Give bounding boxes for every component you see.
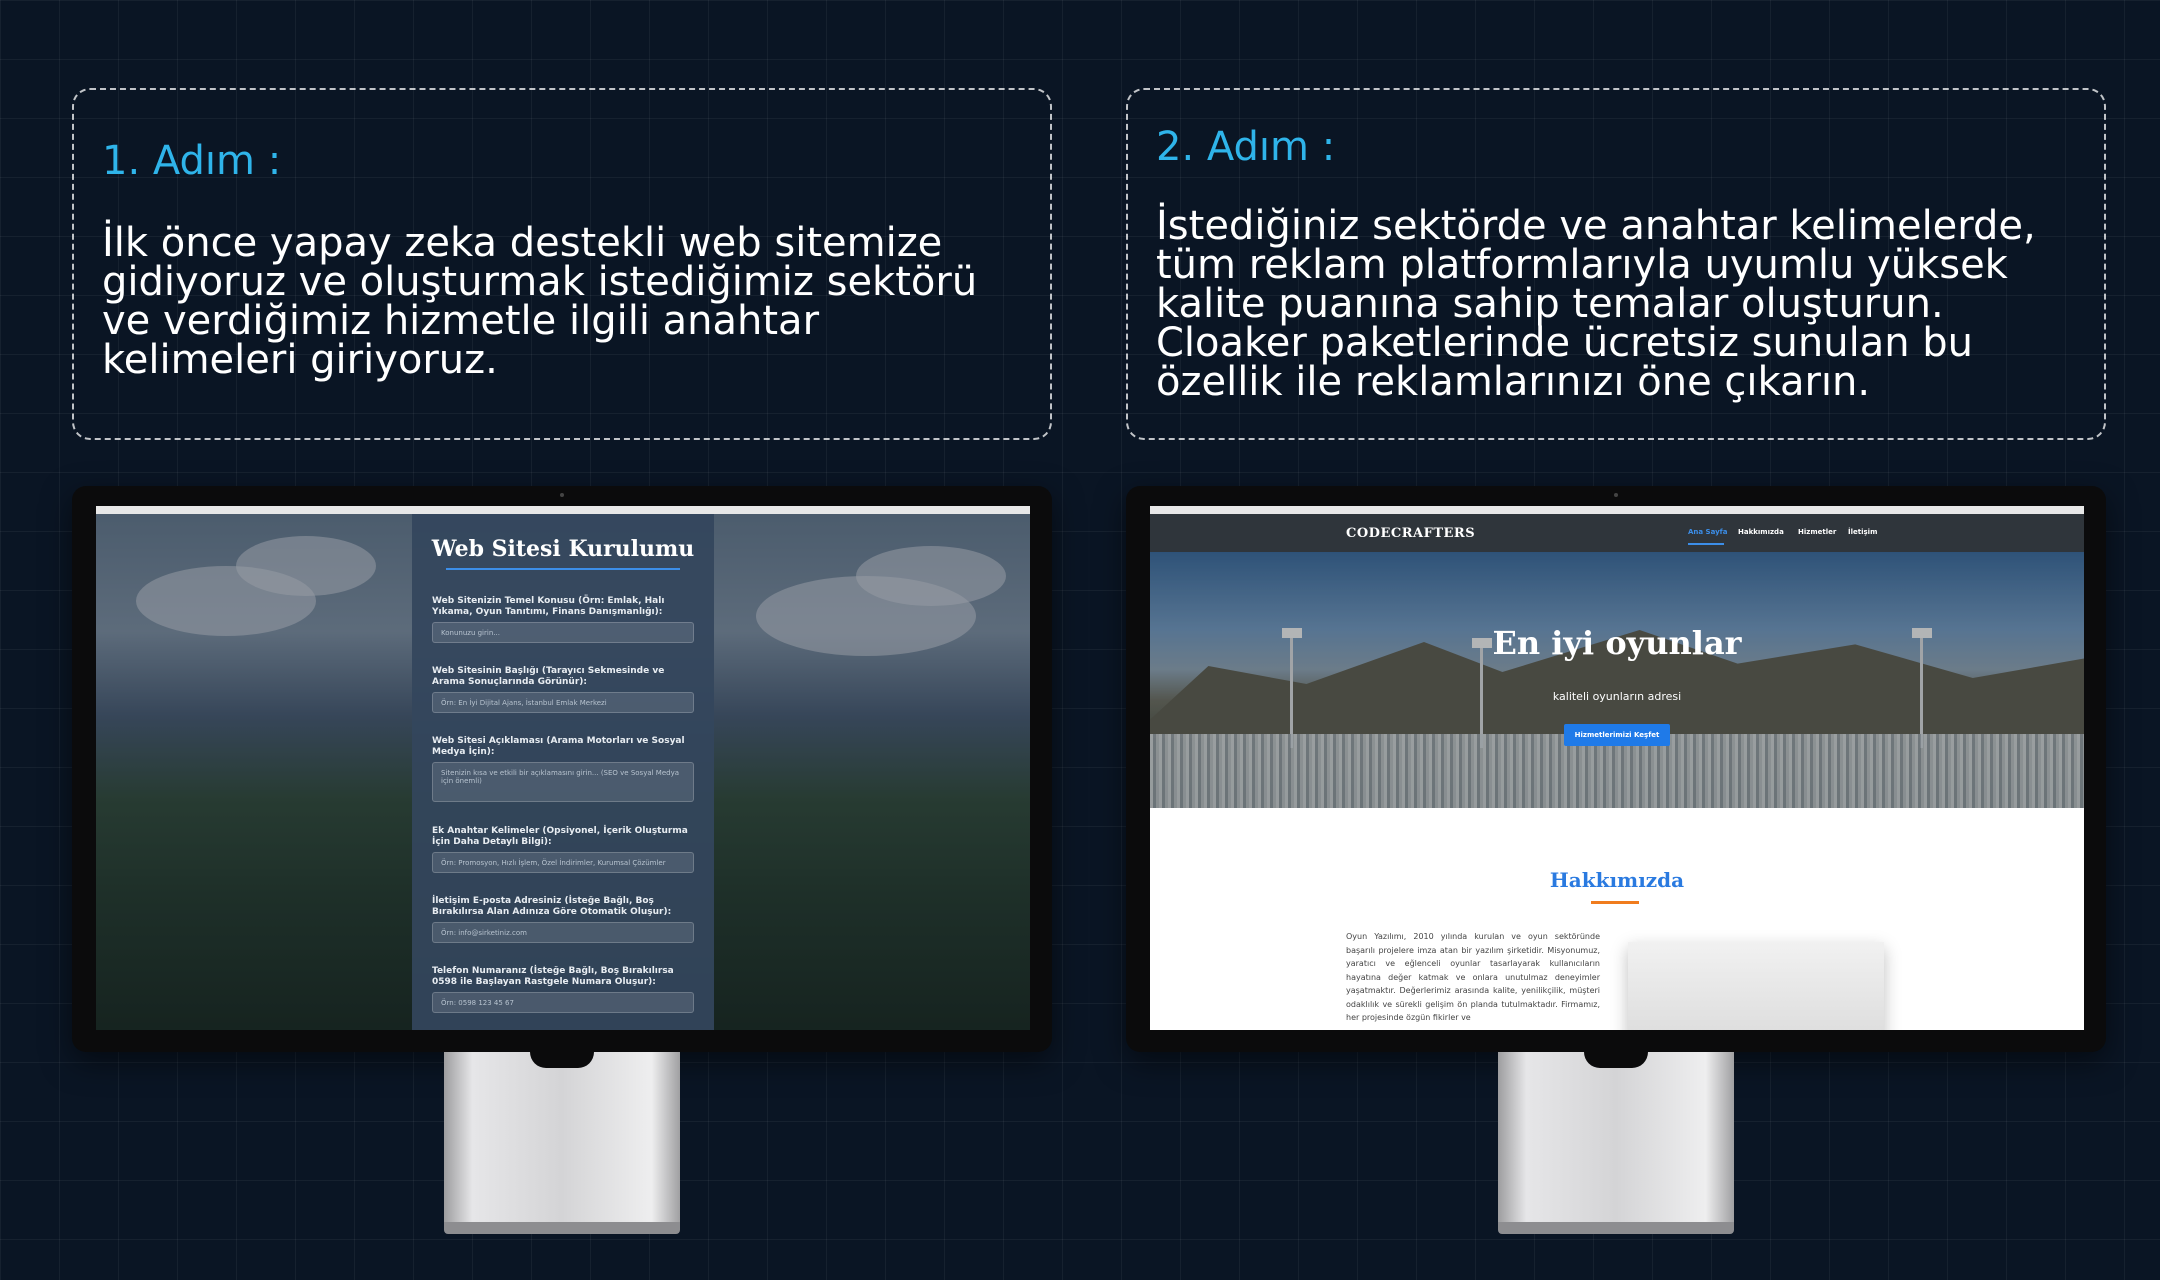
about-text: Oyun Yazılımı, 2010 yılında kurulan ve o… [1346,932,1600,1022]
field-label-keywords: Ek Anahtar Kelimeler (Opsiyonel, İçerik … [432,826,688,847]
field-label-topic: Web Sitenizin Temel Konusu (Örn: Emlak, … [432,596,665,617]
camera-dot [560,493,564,497]
phone-input[interactable]: Örn: 0598 123 45 67 [432,992,694,1013]
field-label-title: Web Sitesinin Başlığı (Tarayıcı Sekmesin… [432,666,665,687]
heading-underline [446,568,680,570]
hero-overlay [1150,552,2084,808]
browser-top-bar [96,506,1030,514]
form-heading: Web Sitesi Kurulumu [431,536,695,562]
keywords-input[interactable]: Örn: Promosyon, Hızlı İşlem, Özel İndiri… [432,852,694,873]
about-image [1628,942,1884,1030]
monitor-1-screen: Web Sitesi Kurulumu Web Sitenizin Temel … [96,506,1030,1030]
hero-title: En iyi oyunlar [1492,624,1742,662]
site-navbar: CODECRAFTERS Ana Sayfa Hakkımızda Hizmet… [1150,514,2084,552]
browser-top-bar [1150,506,2084,514]
step-1-title: 1. Adım : [102,138,282,184]
step-2-title: 2. Adım : [1156,124,1336,170]
explore-services-button[interactable]: Hizmetlerimizi Keşfet [1564,724,1670,746]
step-2-card: 2. Adım : İstediğiniz sektörde ve anahta… [1126,88,2106,440]
monitor-1-stand [444,1052,680,1228]
field-label-description: Web Sitesi Açıklaması (Arama Motorları v… [432,736,685,757]
monitor-2-stand [1498,1052,1734,1228]
about-title: Hakkımızda [1549,868,1685,892]
description-textarea[interactable]: Sitenizin kısa ve etkili bir açıklamasın… [432,762,694,802]
step-1-text: İlk önce yapay zeka destekli web sitemiz… [102,220,978,383]
camera-dot [1614,493,1618,497]
monitor-2-screen: CODECRAFTERS Ana Sayfa Hakkımızda Hizmet… [1150,506,2084,1030]
site-title-input[interactable]: Örn: En İyi Dijital Ajans, İstanbul Emla… [432,692,694,713]
step-1-card: 1. Adım : İlk önce yapay zeka destekli w… [72,88,1052,440]
nav-contact[interactable]: İletişim [1848,528,1877,536]
nav-active-indicator [1688,543,1724,545]
nav-services[interactable]: Hizmetler [1798,528,1836,536]
stand-notch [1584,1052,1648,1068]
about-title-underline [1591,901,1639,904]
nav-about[interactable]: Hakkımızda [1738,528,1784,536]
stand-notch [530,1052,594,1068]
field-label-phone: Telefon Numaranız (İsteğe Bağlı, Boş Bır… [432,966,674,987]
setup-form-panel: Web Sitesi Kurulumu Web Sitenizin Temel … [412,514,714,1030]
site-brand[interactable]: CODECRAFTERS [1346,526,1475,541]
nav-home[interactable]: Ana Sayfa [1688,528,1727,536]
hero-section: En iyi oyunlar kaliteli oyunların adresi… [1150,552,2084,808]
monitor-1: Web Sitesi Kurulumu Web Sitenizin Temel … [72,486,1052,1052]
monitor-1-stand-foot [444,1222,680,1234]
step-2-text: İstediğiniz sektörde ve anahtar kelimele… [1156,203,2036,405]
monitor-2: CODECRAFTERS Ana Sayfa Hakkımızda Hizmet… [1126,486,2106,1052]
topic-input[interactable]: Konunuzu girin... [432,622,694,643]
hero-subtitle: kaliteli oyunların adresi [1552,690,1682,703]
field-label-email: İletişim E-posta Adresiniz (İsteğe Bağlı… [432,896,672,917]
email-input[interactable]: Örn: info@sirketiniz.com [432,922,694,943]
monitor-2-stand-foot [1498,1222,1734,1234]
